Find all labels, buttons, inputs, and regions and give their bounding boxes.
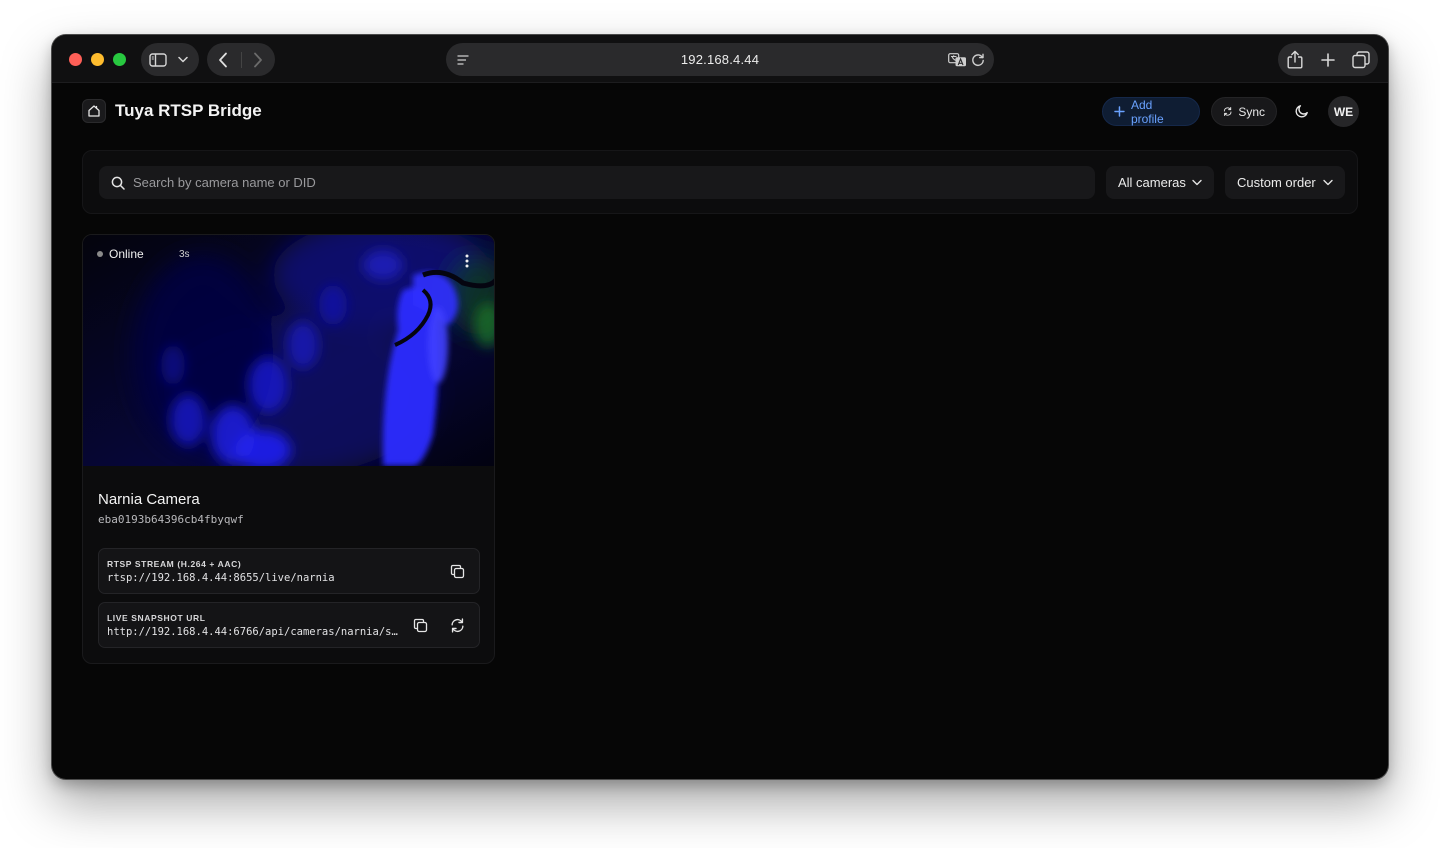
- snapshot-age: 3s: [179, 249, 190, 260]
- app-title: Tuya RTSP Bridge: [115, 101, 262, 120]
- rtsp-stream-label: RTSP STREAM (H.264 + AAC): [107, 559, 242, 569]
- camera-menu-button[interactable]: [457, 251, 477, 271]
- status-indicator: Online: [97, 247, 144, 261]
- page-menu-icon[interactable]: [457, 54, 469, 65]
- share-icon[interactable]: [1287, 50, 1303, 69]
- copy-icon: [450, 564, 464, 578]
- sort-order-select[interactable]: Custom order: [1225, 166, 1345, 199]
- add-profile-label: Add profile: [1130, 97, 1164, 126]
- reload-icon[interactable]: [971, 53, 985, 67]
- search-input[interactable]: [133, 166, 1095, 199]
- nav-divider: [241, 52, 242, 68]
- url-text: 192.168.4.44: [680, 52, 760, 67]
- rtsp-stream-box: RTSP STREAM (H.264 + AAC) rtsp://192.168…: [98, 548, 480, 594]
- sync-button[interactable]: Sync: [1211, 97, 1277, 126]
- camera-card: Online 3s Narnia Camera eba0193b64396cb4…: [82, 234, 495, 664]
- copy-snapshot-button[interactable]: [410, 615, 430, 635]
- plus-icon: [1114, 106, 1125, 117]
- back-icon[interactable]: [218, 52, 228, 68]
- sidebar-icon: [149, 52, 167, 67]
- sync-label: Sync: [1238, 104, 1265, 119]
- history-navigation: [207, 43, 275, 76]
- copy-icon: [413, 618, 427, 632]
- snapshot-url-label: LIVE SNAPSHOT URL: [107, 613, 206, 623]
- search-icon: [111, 176, 125, 190]
- more-vertical-icon: [465, 254, 469, 268]
- status-label: Online: [109, 247, 144, 261]
- browser-toolbar: 192.168.4.44: [52, 35, 1388, 83]
- search-box: [99, 166, 1095, 199]
- browser-window: 192.168.4.44 Tuya RTSP Bridge Add profil…: [52, 35, 1388, 779]
- address-bar[interactable]: 192.168.4.44: [446, 43, 994, 76]
- refresh-snapshot-button[interactable]: [447, 615, 467, 635]
- sort-order-value: Custom order: [1237, 175, 1316, 190]
- snapshot-url-box: LIVE SNAPSHOT URL http://192.168.4.44:67…: [98, 602, 480, 648]
- moon-icon: [1295, 105, 1308, 118]
- snapshot-url[interactable]: http://192.168.4.44:6766/api/cameras/nar…: [107, 626, 399, 638]
- close-window-button[interactable]: [69, 53, 82, 66]
- camera-did: eba0193b64396cb4fbyqwf: [98, 513, 244, 526]
- chevron-down-icon: [1323, 179, 1333, 186]
- camera-name: Narnia Camera: [98, 491, 200, 508]
- chevron-down-icon: [178, 56, 188, 63]
- camera-snapshot[interactable]: Online 3s: [83, 235, 494, 466]
- home-icon: [88, 105, 100, 117]
- status-dot: [97, 251, 103, 257]
- chevron-down-icon: [1192, 179, 1202, 186]
- filter-panel: All cameras Custom order: [82, 150, 1358, 214]
- browser-actions: [1278, 43, 1378, 76]
- new-tab-icon[interactable]: [1321, 52, 1335, 67]
- forward-icon[interactable]: [253, 52, 263, 68]
- camera-filter-select[interactable]: All cameras: [1106, 166, 1214, 199]
- sidebar-toggle-button[interactable]: [141, 43, 199, 76]
- tab-overview-icon[interactable]: [1352, 50, 1370, 69]
- camera-filter-value: All cameras: [1118, 175, 1186, 190]
- theme-toggle-button[interactable]: [1290, 99, 1314, 123]
- snapshot-image: [83, 235, 494, 466]
- refresh-icon: [450, 617, 464, 633]
- refresh-icon: [1223, 107, 1232, 116]
- app-logo: [82, 99, 106, 123]
- add-profile-button[interactable]: Add profile: [1102, 97, 1200, 126]
- minimize-window-button[interactable]: [91, 53, 104, 66]
- avatar[interactable]: WE: [1328, 96, 1359, 127]
- rtsp-stream-url[interactable]: rtsp://192.168.4.44:8655/live/narnia: [107, 572, 427, 584]
- translate-icon[interactable]: [948, 52, 967, 67]
- copy-rtsp-button[interactable]: [447, 561, 467, 581]
- zoom-window-button[interactable]: [113, 53, 126, 66]
